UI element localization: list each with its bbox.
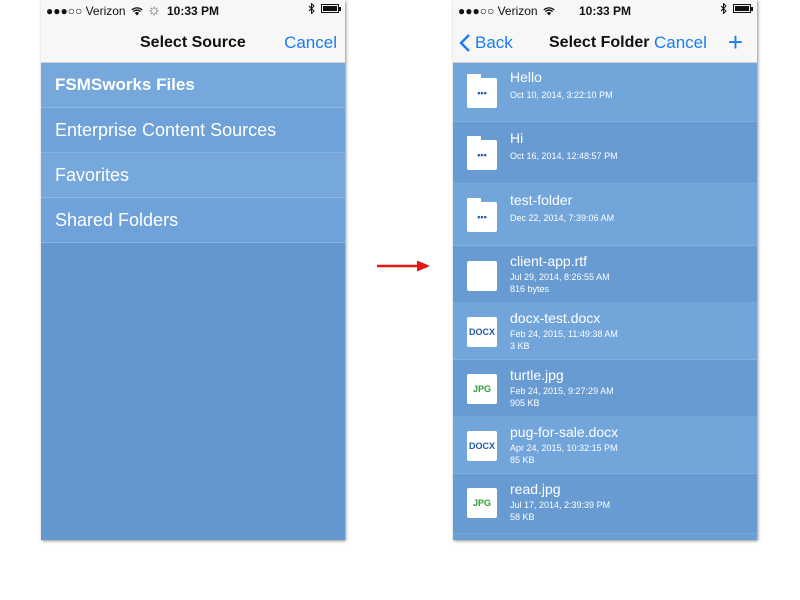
file-name: docx-test.docx bbox=[510, 310, 601, 326]
page-title: Select Folder bbox=[549, 34, 650, 51]
cancel-button[interactable]: Cancel bbox=[284, 33, 337, 53]
file-name: turtle.jpg bbox=[510, 367, 564, 383]
file-date: Jul 29, 2014, 8:26:55 AM bbox=[510, 272, 610, 282]
status-bar: ●●●○○ Verizon 10:33 PM bbox=[41, 0, 345, 22]
list-item-folder[interactable]: ••• Hello Oct 10, 2014, 3:22:10 PM bbox=[453, 63, 757, 122]
navigation-bar: Back Select Folder Cancel + bbox=[453, 22, 757, 63]
source-item-label: Favorites bbox=[55, 164, 130, 185]
file-name: read.jpg bbox=[510, 481, 561, 497]
file-size: 58 KB bbox=[510, 512, 535, 522]
jpg-file-icon: JPG bbox=[467, 488, 497, 518]
jpg-file-icon: JPG bbox=[467, 374, 497, 404]
file-name: Hello bbox=[510, 69, 542, 85]
source-item-shared-folders[interactable]: Shared Folders bbox=[41, 198, 345, 243]
bluetooth-icon bbox=[720, 3, 727, 14]
file-date: Jul 17, 2014, 2:39:39 PM bbox=[510, 500, 611, 510]
select-folder-screen: ●●●○○ Verizon 10:33 PM Back Select Folde… bbox=[453, 0, 757, 540]
file-name: pug-for-sale.docx bbox=[510, 424, 619, 440]
document-icon bbox=[467, 261, 497, 291]
folder-icon: ••• bbox=[467, 78, 497, 108]
status-bar: ●●●○○ Verizon 10:33 PM bbox=[453, 0, 757, 22]
file-name: client-app.rtf bbox=[510, 253, 588, 269]
file-date: Dec 22, 2014, 7:39:06 AM bbox=[510, 213, 615, 223]
file-name: test-folder bbox=[510, 192, 573, 208]
file-size: 905 KB bbox=[510, 398, 540, 408]
list-item-file[interactable]: DOCX pug-for-sale.docx Apr 24, 2015, 10:… bbox=[453, 417, 757, 474]
list-item-file[interactable]: client-app.rtf Jul 29, 2014, 8:26:55 AM … bbox=[453, 246, 757, 303]
file-date: Apr 24, 2015, 10:32:15 PM bbox=[510, 443, 618, 453]
source-item-fsmsworks-files[interactable]: FSMSworks Files bbox=[41, 63, 345, 108]
file-size: 85 KB bbox=[510, 455, 535, 465]
battery-icon bbox=[733, 4, 753, 13]
file-list: ••• Hello Oct 10, 2014, 3:22:10 PM ••• H… bbox=[453, 63, 757, 534]
source-item-favorites[interactable]: Favorites bbox=[41, 153, 345, 198]
source-item-enterprise-content-sources[interactable]: Enterprise Content Sources bbox=[41, 108, 345, 153]
back-button[interactable]: Back bbox=[459, 33, 513, 53]
list-item-file[interactable]: JPG read.jpg Jul 17, 2014, 2:39:39 PM 58… bbox=[453, 474, 757, 534]
transition-arrow-icon bbox=[377, 260, 430, 272]
source-item-label: FSMSworks Files bbox=[55, 75, 195, 94]
battery-icon bbox=[321, 4, 341, 13]
source-list: FSMSworks Files Enterprise Content Sourc… bbox=[41, 63, 345, 243]
file-date: Oct 10, 2014, 3:22:10 PM bbox=[510, 90, 613, 100]
file-size: 816 bytes bbox=[510, 284, 550, 294]
folder-icon: ••• bbox=[467, 140, 497, 170]
select-source-screen: ●●●○○ Verizon 10:33 PM Select Source Can… bbox=[41, 0, 345, 540]
source-item-label: Shared Folders bbox=[55, 209, 179, 230]
list-item-folder[interactable]: ••• test-folder Dec 22, 2014, 7:39:06 AM bbox=[453, 184, 757, 246]
docx-file-icon: DOCX bbox=[467, 431, 497, 461]
source-item-label: Enterprise Content Sources bbox=[55, 119, 277, 140]
status-time: 10:33 PM bbox=[166, 4, 220, 18]
list-item-folder[interactable]: ••• Hi Oct 16, 2014, 12:48:57 PM bbox=[453, 122, 757, 184]
add-folder-button[interactable]: + bbox=[728, 27, 743, 58]
folder-icon: ••• bbox=[467, 202, 497, 232]
status-time: 10:33 PM bbox=[578, 4, 632, 18]
page-title: Select Source bbox=[140, 34, 246, 51]
chevron-left-icon bbox=[459, 34, 470, 52]
back-label: Back bbox=[475, 33, 513, 52]
file-name: Hi bbox=[510, 130, 524, 146]
docx-file-icon: DOCX bbox=[467, 317, 497, 347]
list-item-file[interactable]: DOCX docx-test.docx Feb 24, 2015, 11:49:… bbox=[453, 303, 757, 360]
list-item-file[interactable]: JPG turtle.jpg Feb 24, 2015, 9:27:29 AM … bbox=[453, 360, 757, 417]
bluetooth-icon bbox=[308, 3, 315, 14]
file-date: Feb 24, 2015, 9:27:29 AM bbox=[510, 386, 614, 396]
cancel-button[interactable]: Cancel bbox=[654, 33, 707, 53]
file-date: Feb 24, 2015, 11:49:38 AM bbox=[510, 329, 618, 339]
file-date: Oct 16, 2014, 12:48:57 PM bbox=[510, 151, 618, 161]
navigation-bar: Select Source Cancel bbox=[41, 22, 345, 63]
file-size: 3 KB bbox=[510, 341, 530, 351]
